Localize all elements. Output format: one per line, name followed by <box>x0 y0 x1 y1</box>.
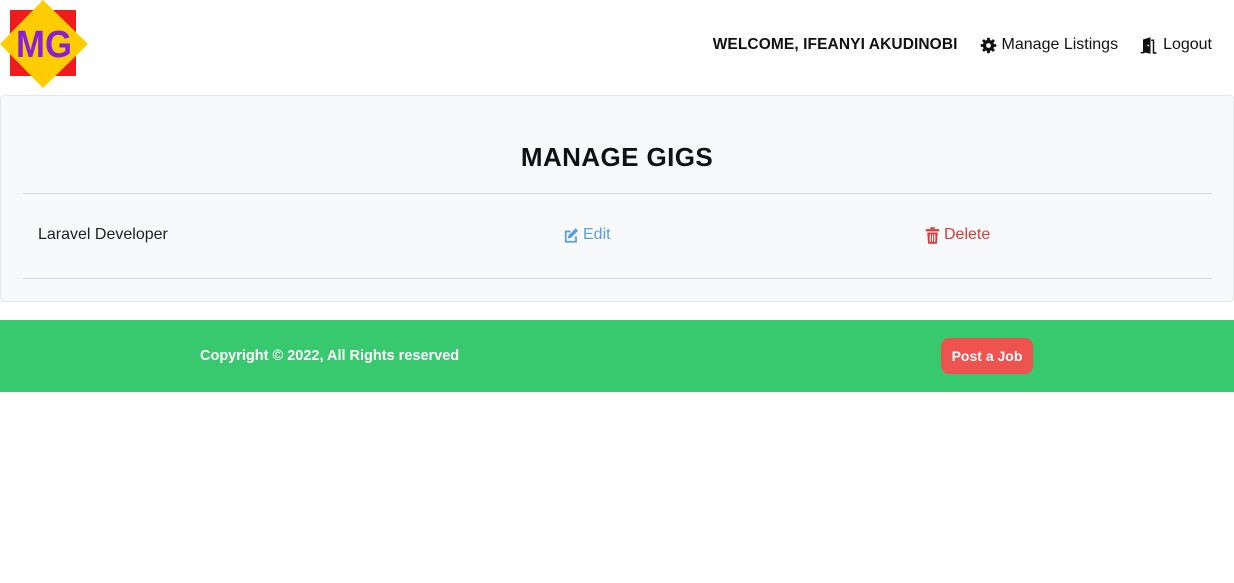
site-footer: Copyright © 2022, All Rights reserved Po… <box>0 320 1234 392</box>
delete-gig-link[interactable]: Delete <box>925 226 990 244</box>
manage-listings-label: Manage Listings <box>1001 36 1119 53</box>
gig-title: Laravel Developer <box>38 226 168 243</box>
logo-text: MG <box>16 24 72 66</box>
gig-row: Laravel Developer Edit Delete <box>23 194 1212 278</box>
door-icon <box>1140 36 1158 54</box>
delete-label: Delete <box>944 226 991 243</box>
logo-graphic: MG <box>0 0 88 88</box>
manage-gigs-card: MANAGE GIGS Laravel Developer Edit Delet… <box>0 95 1234 302</box>
logout-label: Logout <box>1163 36 1212 53</box>
welcome-message: WELCOME, IFEANYI AKUDINOBI <box>712 36 958 53</box>
edit-label: Edit <box>583 226 611 243</box>
manage-listings-link[interactable]: Manage Listings <box>980 36 1119 54</box>
user-nav: WELCOME, IFEANYI AKUDINOBI Manage Listin… <box>713 34 1212 56</box>
trash-icon <box>925 226 940 244</box>
copyright-text: Copyright © 2022, All Rights reserved <box>200 348 460 364</box>
gear-icon <box>980 37 997 54</box>
top-navbar: MG WELCOME, IFEANYI AKUDINOBI Manage Lis… <box>0 0 1234 90</box>
pencil-square-icon <box>562 227 579 244</box>
edit-gig-link[interactable]: Edit <box>562 226 611 244</box>
site-logo[interactable]: MG <box>0 0 88 88</box>
page-title: MANAGE GIGS <box>520 142 714 172</box>
post-job-button[interactable]: Post a Job <box>941 338 1033 374</box>
logout-link[interactable]: Logout <box>1140 36 1212 54</box>
table-divider <box>23 278 1212 279</box>
